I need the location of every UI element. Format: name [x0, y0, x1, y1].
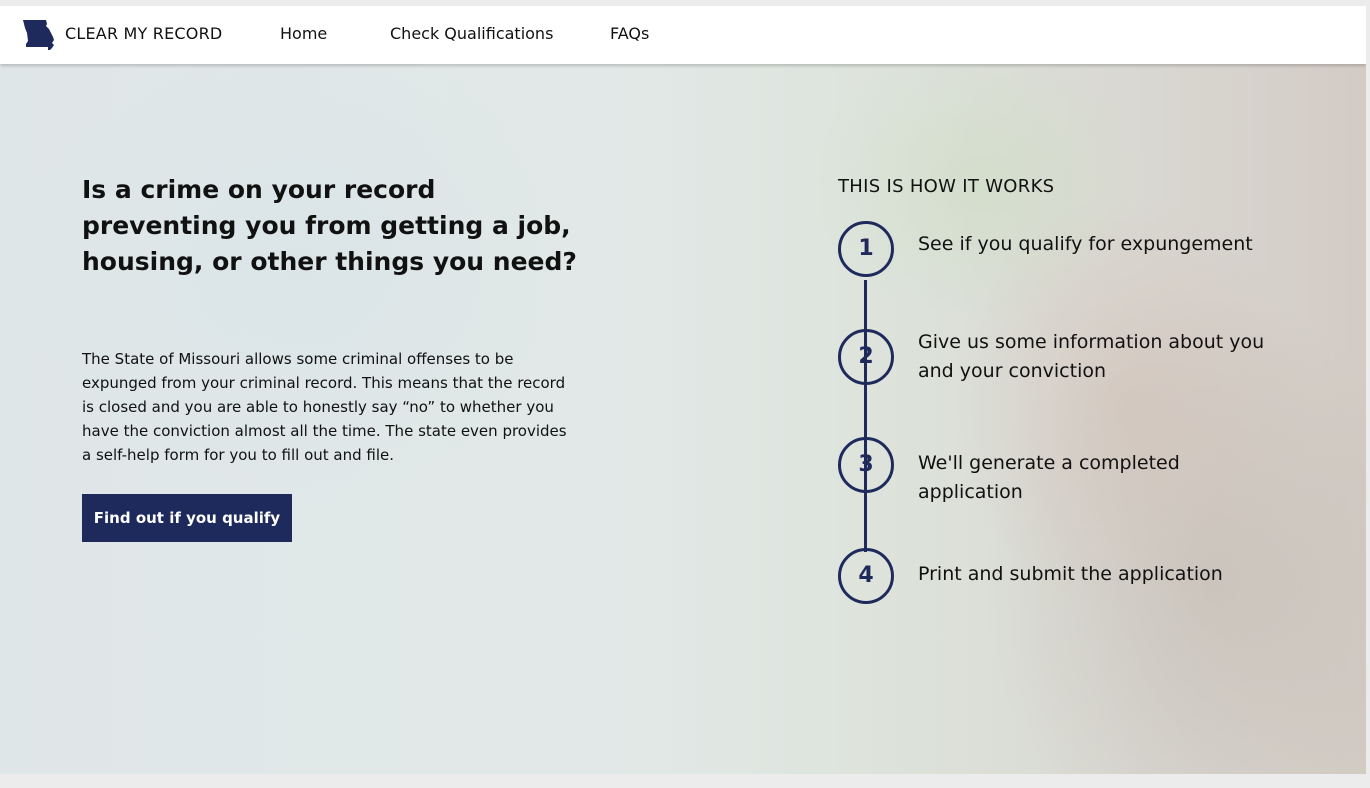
step-4-number: 4: [838, 548, 894, 604]
how-it-works-title: THIS IS HOW IT WORKS: [838, 176, 1055, 197]
step-1-number: 1: [838, 221, 894, 277]
page-bottom-strip: [0, 774, 1370, 788]
hero-section: Is a crime on your record preventing you…: [0, 64, 1366, 774]
step-1-text: See if you qualify for expungement: [918, 233, 1253, 255]
hero-headline: Is a crime on your record preventing you…: [82, 175, 577, 276]
missouri-state-icon[interactable]: [22, 19, 56, 51]
step-4-text: Print and submit the application: [918, 563, 1223, 585]
find-out-if-you-qualify-button[interactable]: Find out if you qualify: [82, 494, 292, 542]
hero-intro: The State of Missouri allows some crimin…: [82, 350, 567, 464]
brand-name[interactable]: CLEAR MY RECORD: [65, 24, 222, 43]
nav-faqs[interactable]: FAQs: [610, 24, 649, 43]
site-header: CLEAR MY RECORD Home Check Qualification…: [0, 6, 1366, 64]
page-frame: CLEAR MY RECORD Home Check Qualification…: [0, 6, 1366, 774]
step-3-text: We'll generate a completed application: [918, 452, 1180, 503]
nav-check-qualifications[interactable]: Check Qualifications: [390, 24, 553, 43]
steps-connector-line: [864, 280, 867, 552]
nav-home[interactable]: Home: [280, 24, 327, 43]
step-2-number: 2: [838, 329, 894, 385]
step-2-text: Give us some information about you and y…: [918, 331, 1265, 382]
step-3-number: 3: [838, 437, 894, 493]
